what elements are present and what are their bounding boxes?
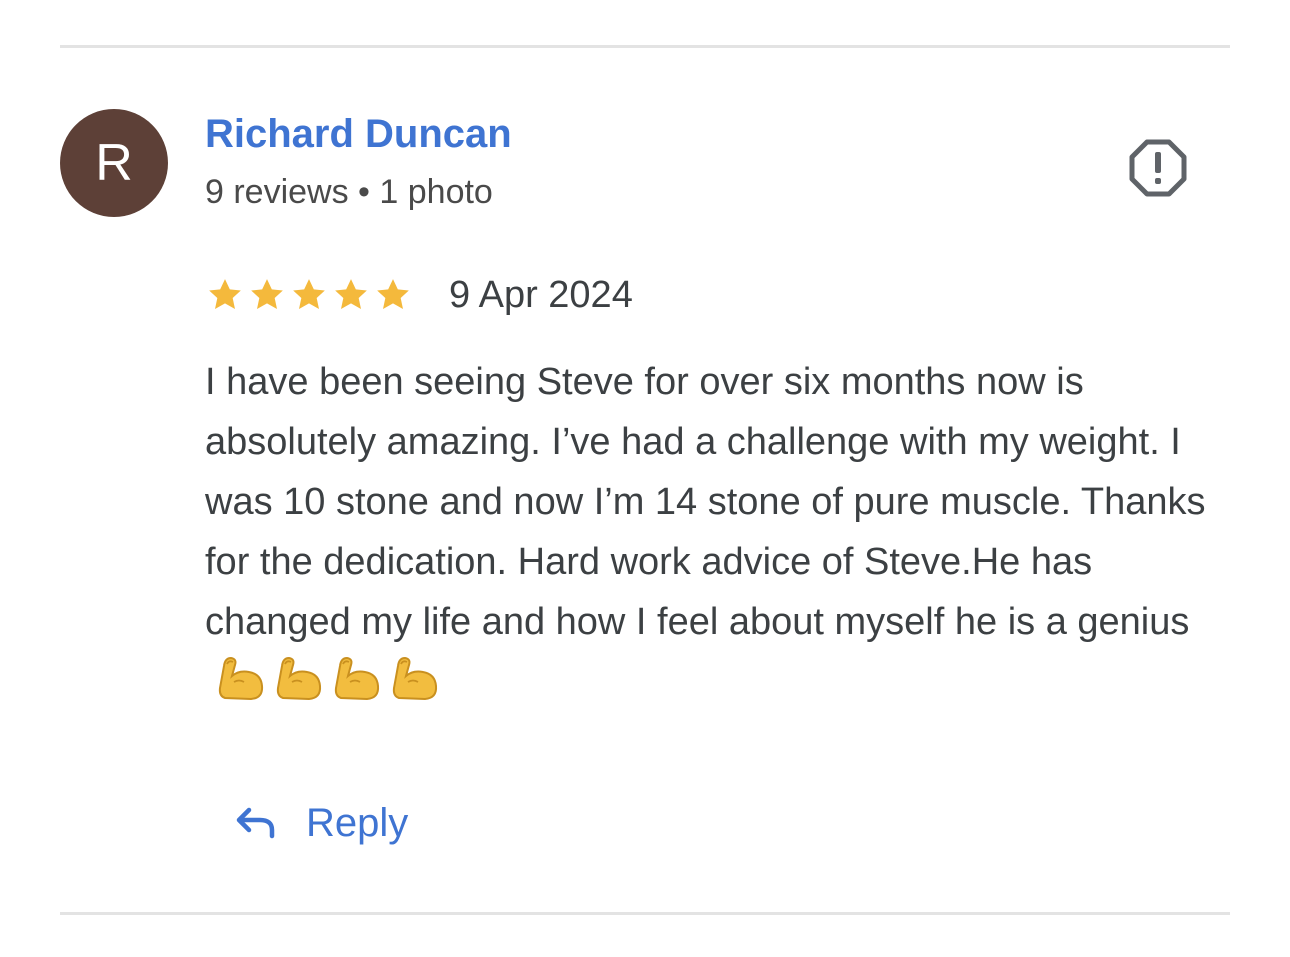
avatar[interactable]: R	[60, 109, 168, 217]
review-text: I have been seeing Steve for over six mo…	[205, 352, 1235, 714]
avatar-letter: R	[95, 134, 133, 192]
star-icon	[335, 279, 367, 309]
author-name-link[interactable]: Richard Duncan	[205, 112, 512, 157]
author-meta: 9 reviews • 1 photo	[205, 173, 493, 211]
flexed-biceps-icon	[334, 656, 380, 701]
star-icon	[377, 279, 409, 309]
report-icon	[1129, 139, 1187, 197]
flexed-biceps-icon	[392, 656, 438, 701]
review-body: I have been seeing Steve for over six mo…	[205, 361, 1206, 643]
top-divider	[60, 45, 1230, 48]
review-date: 9 Apr 2024	[449, 273, 633, 316]
bottom-divider	[60, 912, 1230, 915]
reply-label: Reply	[306, 800, 409, 845]
rating-row: 9 Apr 2024	[205, 272, 633, 318]
report-review-button[interactable]	[1128, 138, 1188, 198]
flexed-biceps-icon	[218, 656, 264, 701]
emoji-group	[215, 652, 447, 704]
reply-arrow-icon	[236, 807, 275, 839]
flexed-biceps-icon	[276, 656, 322, 701]
reply-button[interactable]: Reply	[232, 795, 408, 851]
star-icon	[293, 279, 325, 309]
star-icon	[251, 279, 283, 309]
star-icon	[209, 279, 241, 309]
star-rating	[205, 275, 415, 315]
